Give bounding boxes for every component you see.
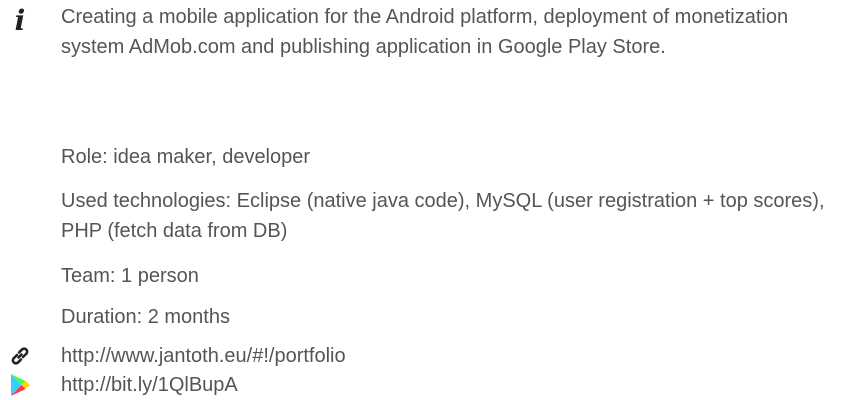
link-icon [0, 341, 40, 371]
project-team: Team: 1 person [61, 265, 199, 287]
project-duration: Duration: 2 months [61, 306, 230, 328]
google-play-icon [0, 370, 40, 400]
portfolio-link[interactable]: http://www.jantoth.eu/#!/portfolio [61, 341, 841, 371]
project-technologies: Used technologies: Eclipse (native java … [61, 190, 825, 242]
project-description: Creating a mobile application for the An… [61, 6, 789, 58]
project-role: Role: idea maker, developer [61, 146, 311, 168]
store-link[interactable]: http://bit.ly/1QlBupA [61, 370, 841, 400]
info-icon: i [14, 4, 26, 37]
